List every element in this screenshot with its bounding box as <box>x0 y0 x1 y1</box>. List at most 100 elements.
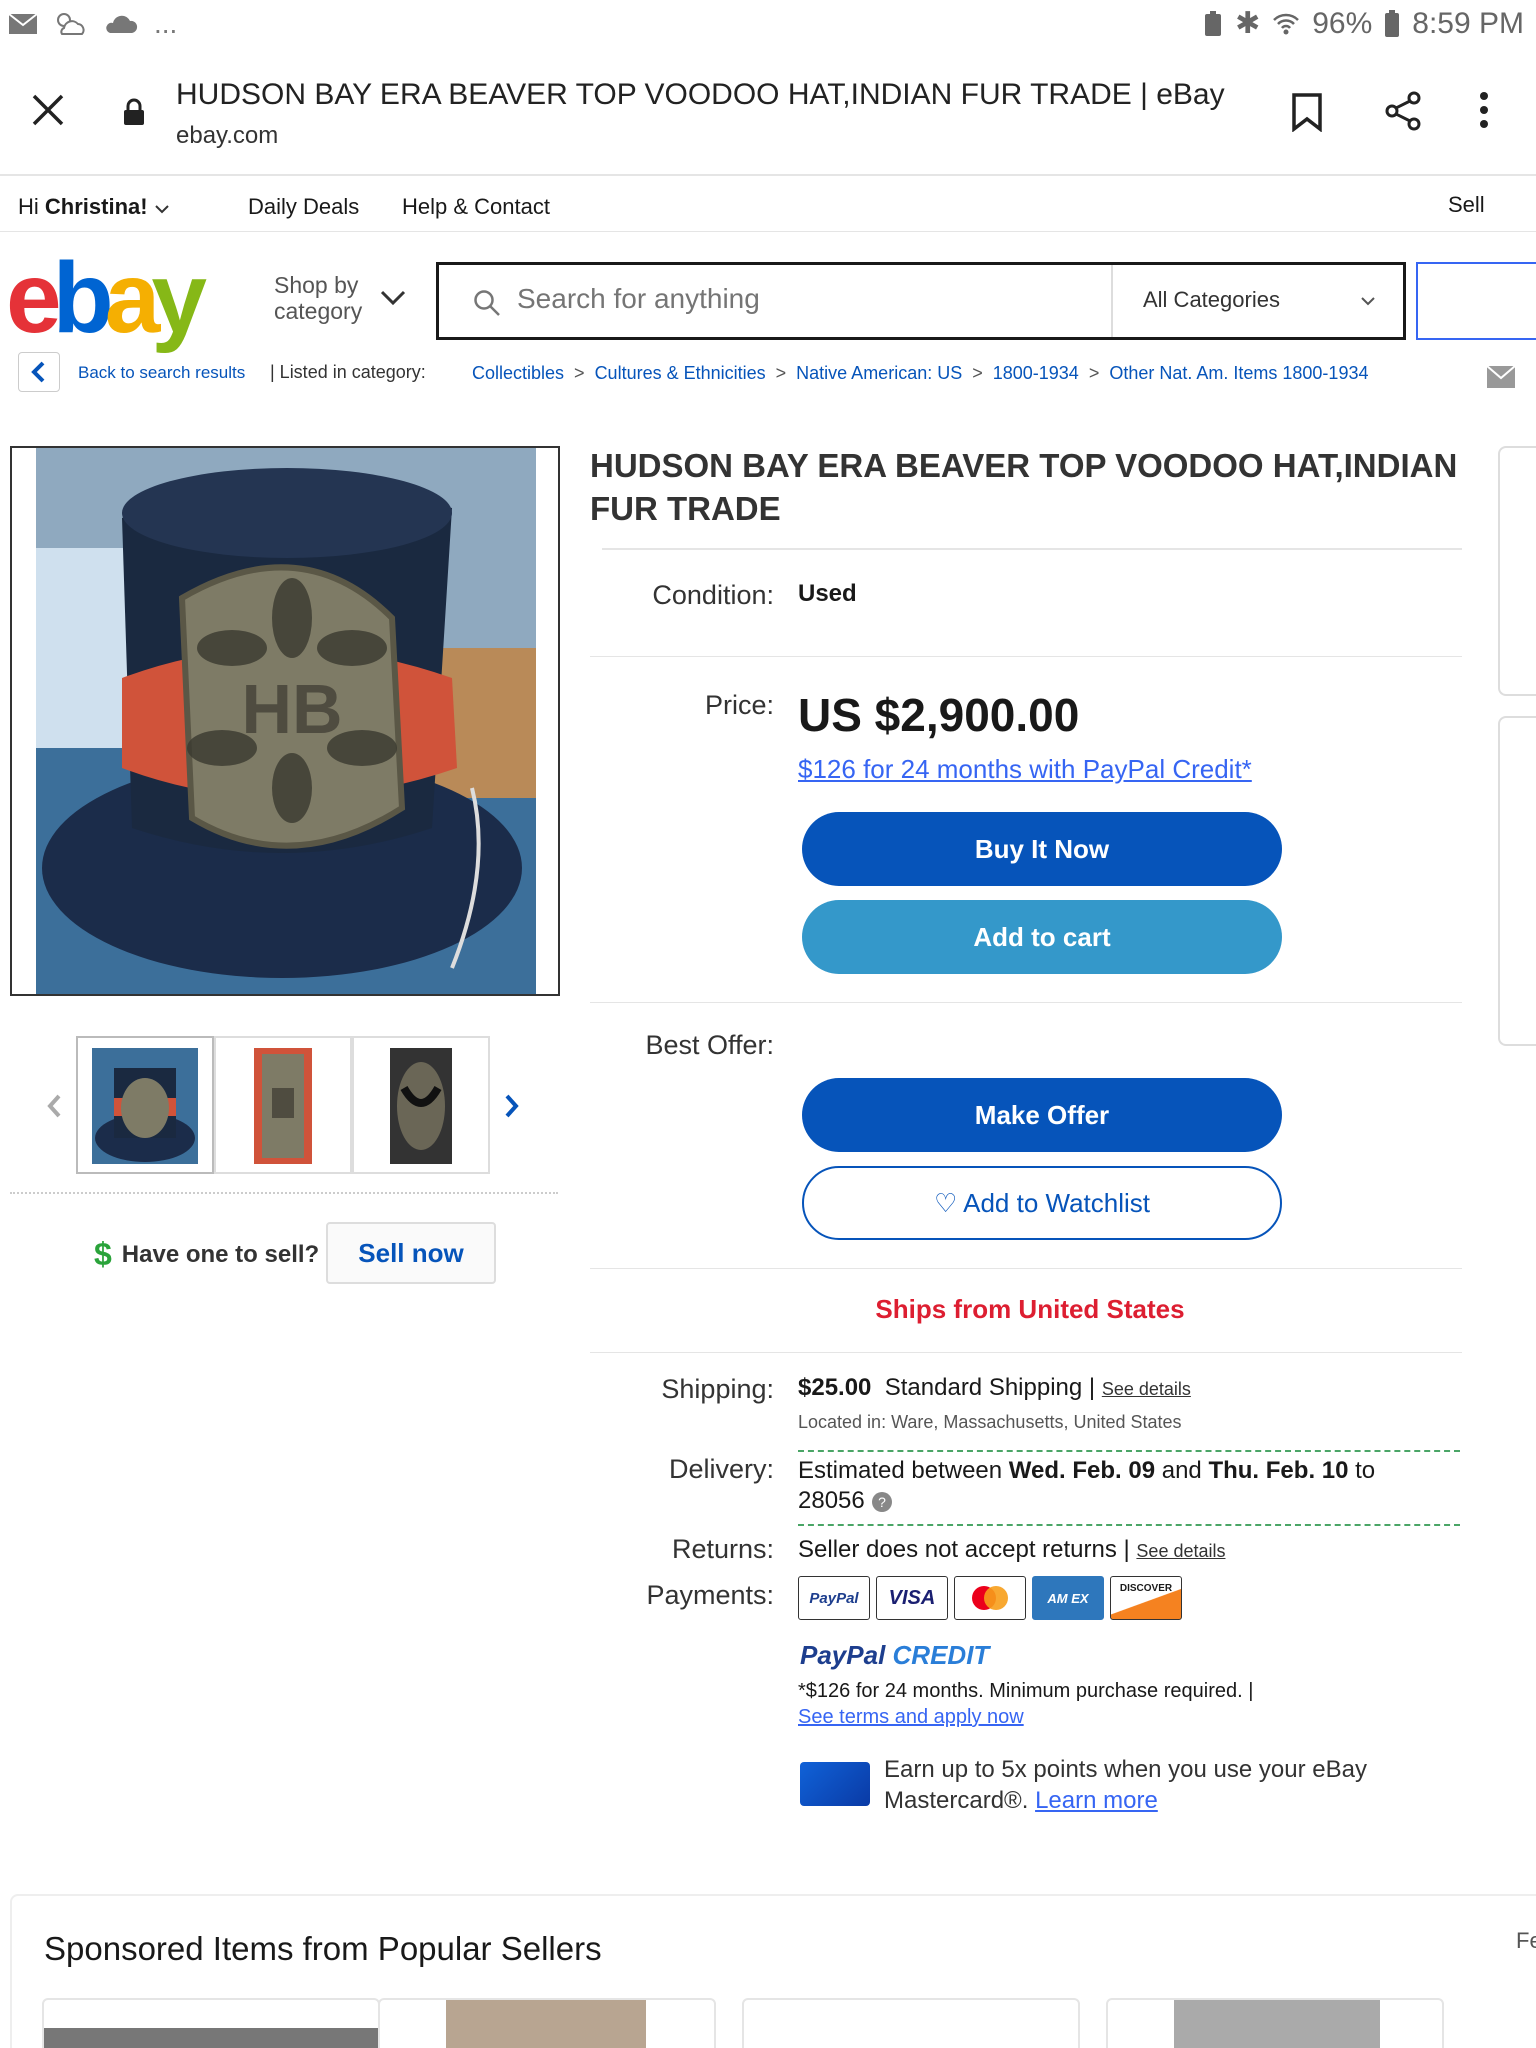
wifi-icon <box>1273 13 1300 34</box>
crumb-native-american[interactable]: Native American: US <box>796 363 962 384</box>
add-to-cart-button[interactable]: Add to cart <box>802 900 1282 974</box>
sell-now-button[interactable]: Sell now <box>326 1222 496 1284</box>
sponsored-title: Sponsored Items from Popular Sellers <box>44 1930 602 1967</box>
item-title: HUDSON BAY ERA BEAVER TOP VOODOO HAT,IND… <box>590 447 1458 527</box>
page-title: HUDSON BAY ERA BEAVER TOP VOODOO HAT,IND… <box>176 78 1225 111</box>
bookmark-icon[interactable] <box>1290 92 1324 132</box>
ebay-logo[interactable]: ebay <box>6 248 207 348</box>
amex-logo-text: AM EX <box>1047 1590 1089 1606</box>
card-image <box>44 2028 378 2048</box>
back-to-results-link[interactable]: Back to search results <box>78 363 245 383</box>
mastercard-logo <box>954 1576 1026 1620</box>
help-icon[interactable]: ? <box>871 1491 893 1513</box>
watchlist-label: Add to Watchlist <box>963 1188 1150 1218</box>
ships-from: Ships from United States <box>875 1294 1185 1324</box>
ebay-mastercard-icon <box>800 1762 870 1806</box>
item-location: Located in: Ware, Massachusetts, United … <box>798 1412 1182 1432</box>
sponsored-card[interactable] <box>742 1998 1080 2048</box>
divider <box>590 1002 1462 1003</box>
delivery-label: Delivery: <box>668 1454 774 1484</box>
payment-methods: PayPal VISA AM EX DISCOVER <box>798 1576 1182 1620</box>
logo-letter-b: b <box>52 242 114 354</box>
shipping-line: $25.00 Standard Shipping | See details <box>798 1374 1191 1402</box>
thumbnail-2[interactable] <box>214 1036 352 1174</box>
chevron-down-icon[interactable] <box>380 290 406 306</box>
chevron-down-icon <box>1361 297 1375 306</box>
price-label: Price: <box>704 690 774 720</box>
page-url[interactable]: ebay.com <box>176 122 278 150</box>
terms-link[interactable]: See terms and apply now <box>798 1706 1024 1728</box>
more-notifications: ... <box>154 8 178 39</box>
sponsored-card[interactable] <box>1106 1998 1444 2048</box>
divider <box>590 656 1462 657</box>
main-product-image[interactable]: HB <box>10 446 560 996</box>
daily-deals-link[interactable]: Daily Deals <box>248 194 359 220</box>
battery-icon <box>1385 9 1400 37</box>
logo-letter-e: e <box>6 242 62 354</box>
chevron-right-icon[interactable] <box>500 1092 522 1120</box>
greeting-menu[interactable]: Hi Christina! <box>18 194 170 220</box>
more-options-icon[interactable] <box>1478 90 1490 130</box>
email-share-icon[interactable] <box>1486 364 1516 390</box>
visa-logo: VISA <box>876 1576 948 1620</box>
shop-by-category[interactable]: Shop by category <box>274 272 362 324</box>
card-image <box>1174 2000 1380 2048</box>
shipping-see-details-link[interactable]: See details <box>1102 1379 1191 1399</box>
crumb-1800-1934[interactable]: 1800-1934 <box>993 363 1079 384</box>
mail-notification-icon <box>8 13 38 34</box>
shipping-method: Standard Shipping | <box>884 1374 1096 1401</box>
make-offer-button[interactable]: Make Offer <box>802 1078 1282 1152</box>
thumbnail-image <box>254 1048 312 1164</box>
thumbnail-strip <box>0 1036 560 1176</box>
returns-see-details-link[interactable]: See details <box>1136 1541 1225 1561</box>
sponsored-card[interactable] <box>378 1998 716 2048</box>
delivery-and: and <box>1161 1457 1202 1484</box>
category-select[interactable]: All Categories <box>1143 287 1280 313</box>
back-button[interactable] <box>18 352 60 392</box>
have-one-text: Have one to sell? <box>121 1240 320 1268</box>
browser-toolbar: HUDSON BAY ERA BEAVER TOP VOODOO HAT,IND… <box>0 48 1536 176</box>
battery-percent: 96% <box>1312 6 1373 40</box>
thumbnail-3[interactable] <box>352 1036 490 1174</box>
divider <box>590 1268 1462 1269</box>
mastercard-promo: Earn up to 5x points when you use your e… <box>884 1754 1444 1816</box>
paypal-credit-link[interactable]: $126 for 24 months with PayPal Credit* <box>798 754 1252 785</box>
mastercard-icon <box>972 1586 1008 1610</box>
svg-text:?: ? <box>879 1494 887 1510</box>
search-icon <box>474 290 500 316</box>
best-offer-label: Best Offer: <box>645 1030 774 1060</box>
thumbnail-1[interactable] <box>76 1036 214 1174</box>
heart-icon: ♡ <box>934 1188 958 1218</box>
returns-policy: Seller does not accept returns | <box>798 1536 1130 1563</box>
close-icon[interactable] <box>30 92 66 128</box>
crumb-other-items[interactable]: Other Nat. Am. Items 1800-1934 <box>1109 363 1368 384</box>
sponsored-card[interactable] <box>42 1998 380 2048</box>
ebay-header: ebay Shop by category All Categories <box>0 232 1536 348</box>
shop-by-line2: category <box>274 298 363 324</box>
seller-info-panel <box>1498 716 1536 1046</box>
search-button[interactable] <box>1416 262 1536 340</box>
feedback-link[interactable]: Fe <box>1516 1928 1536 1954</box>
crumb-collectibles[interactable]: Collectibles <box>472 363 564 384</box>
paypal-terms: *$126 for 24 months. Minimum purchase re… <box>798 1678 1253 1730</box>
divider <box>798 1450 1460 1452</box>
sell-link[interactable]: Sell <box>1448 192 1485 218</box>
search-input[interactable] <box>517 283 1097 315</box>
cloud-icon <box>106 15 138 33</box>
clock: 8:59 PM <box>1412 6 1524 40</box>
chevron-left-icon[interactable] <box>44 1092 66 1120</box>
shipping-cost: $25.00 <box>798 1374 872 1401</box>
help-contact-link[interactable]: Help & Contact <box>402 194 550 220</box>
payments-label: Payments: <box>646 1580 774 1610</box>
divider <box>10 1192 558 1194</box>
hat-photo: HB <box>36 448 536 994</box>
paypal-logo-text: PayPal <box>809 1589 859 1607</box>
have-one-to-sell: $ Have one to sell? <box>94 1236 319 1273</box>
share-icon[interactable] <box>1382 90 1424 132</box>
pp-credit-b: CREDIT <box>892 1640 990 1670</box>
crumb-cultures[interactable]: Cultures & Ethnicities <box>595 363 766 384</box>
learn-more-link[interactable]: Learn more <box>1035 1787 1158 1814</box>
pp-credit-a: PayPal <box>800 1640 886 1670</box>
buy-it-now-button[interactable]: Buy It Now <box>802 812 1282 886</box>
add-to-watchlist-button[interactable]: ♡ Add to Watchlist <box>802 1166 1282 1240</box>
